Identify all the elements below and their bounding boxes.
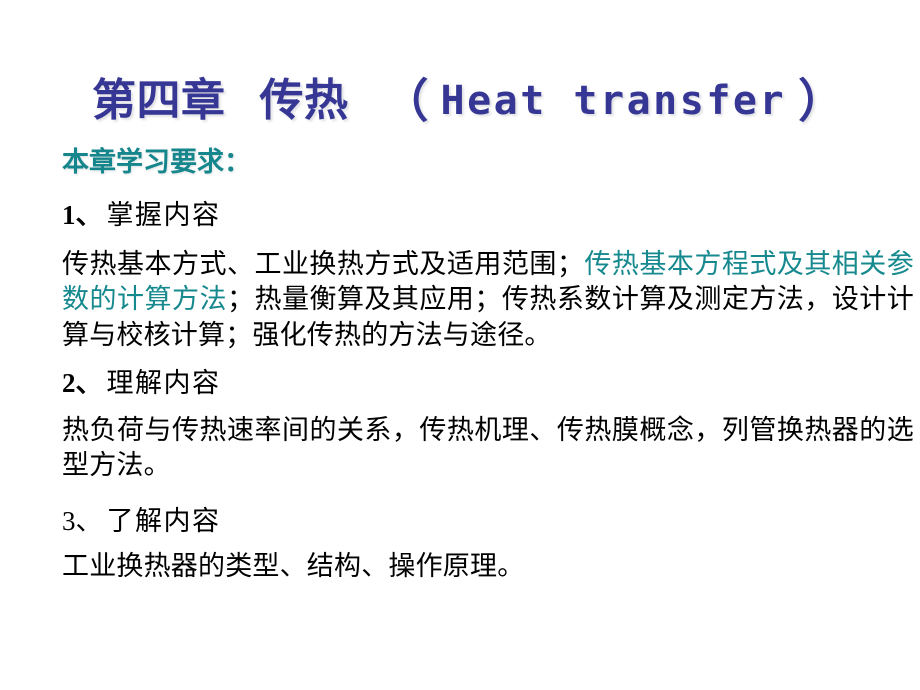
section-body-3-seg-0: 工业换热器的类型、结构、操作原理。 bbox=[62, 550, 525, 581]
section-separator-2: 、 bbox=[75, 367, 103, 398]
requirements-heading: 本章学习要求： bbox=[62, 147, 251, 178]
slide-canvas: 第四章 传热 （ Heat transfer ） 本章学习要求： 1、 掌握内容 … bbox=[0, 0, 920, 690]
section-title-2: 理解内容 bbox=[106, 367, 221, 398]
section-label-2: 2、 理解内容 bbox=[62, 368, 920, 399]
section-title-1: 掌握内容 bbox=[106, 199, 221, 230]
slide-body: 本章学习要求： 1、 掌握内容 传热基本方式、工业换热方式及适用范围；传热基本方程… bbox=[0, 148, 920, 585]
title-paren-open: （ bbox=[382, 73, 429, 128]
section-separator-3: 、 bbox=[75, 505, 103, 536]
section-body-1-seg-0: 传热基本方式、工业换热方式及适用范围； bbox=[62, 248, 585, 279]
section-body-1: 传热基本方式、工业换热方式及适用范围；传热基本方程式及其相关参数的计算方法；热量… bbox=[62, 247, 914, 354]
title-chapter: 第四章 bbox=[92, 74, 226, 126]
section-body-2: 热负荷与传热速率间的关系，传热机理、传热膜概念，列管换热器的选型方法。 bbox=[62, 413, 914, 484]
section-body-3: 工业换热器的类型、结构、操作原理。 bbox=[62, 549, 914, 585]
title-english: Heat transfer bbox=[440, 78, 787, 124]
title-paren-close: ） bbox=[798, 73, 845, 128]
section-separator-1: 、 bbox=[75, 199, 103, 230]
section-number-3: 3 bbox=[62, 505, 76, 536]
page-title: 第四章 传热 （ Heat transfer ） bbox=[92, 66, 902, 136]
section-label-1: 1、 掌握内容 bbox=[62, 200, 920, 231]
section-number-1: 1 bbox=[62, 199, 76, 230]
section-body-2-seg-0: 热负荷与传热速率间的关系，传热机理、传热膜概念，列管换热器的选型方法。 bbox=[62, 414, 914, 481]
title-topic: 传热 bbox=[259, 74, 349, 126]
section-number-2: 2 bbox=[62, 367, 76, 398]
section-title-3: 了解内容 bbox=[106, 505, 221, 536]
section-label-3: 3、 了解内容 bbox=[62, 506, 920, 537]
